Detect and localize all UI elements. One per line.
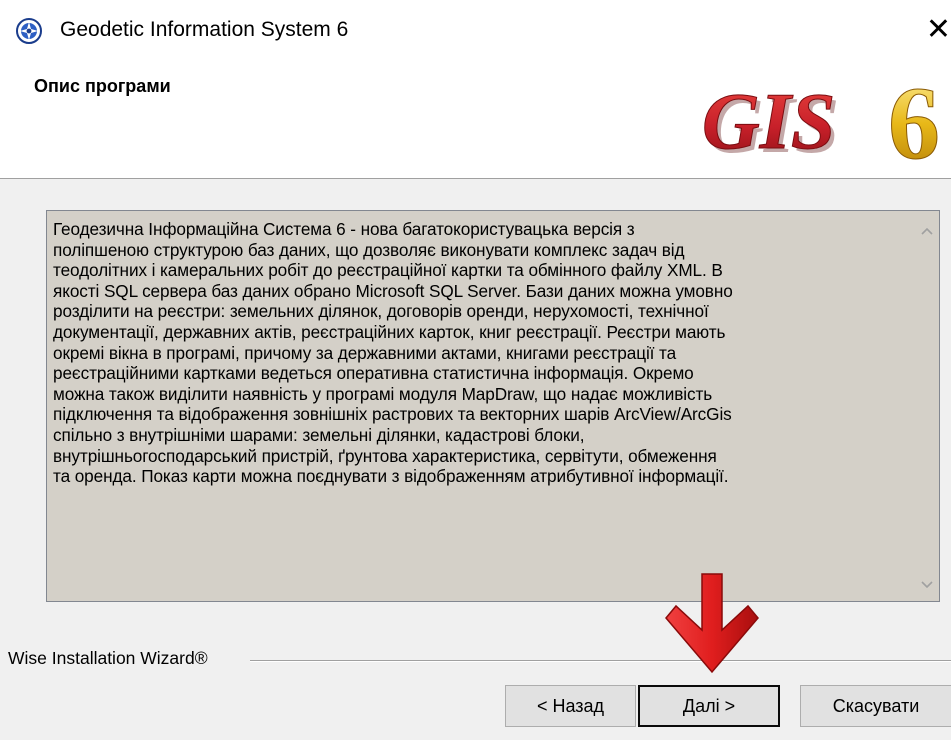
close-icon[interactable]: ✕ — [911, 8, 951, 52]
vertical-scrollbar[interactable] — [915, 211, 939, 601]
gis-app-icon — [16, 18, 42, 44]
chevron-down-icon[interactable] — [915, 573, 939, 597]
red-down-arrow-icon — [665, 573, 759, 674]
logo-text: GIS — [702, 78, 835, 166]
back-button[interactable]: < Назад — [505, 685, 636, 727]
next-button[interactable]: Далі > — [638, 685, 780, 727]
installer-window: Geodetic Information System 6 ✕ Опис про… — [0, 0, 951, 740]
wizard-brand-label: Wise Installation Wizard® — [8, 648, 212, 669]
chevron-up-icon[interactable] — [915, 219, 939, 243]
title-bar: Geodetic Information System 6 ✕ — [0, 0, 951, 56]
description-box[interactable]: Геодезична Інформаційна Система 6 - нова… — [46, 210, 940, 602]
description-text: Геодезична Інформаційна Система 6 - нова… — [53, 219, 733, 487]
wizard-header: Опис програми GIS GIS 6 — [0, 56, 951, 179]
window-title: Geodetic Information System 6 — [60, 18, 349, 41]
gis-logo: GIS GIS 6 — [702, 66, 941, 173]
logo-number: 6 — [888, 66, 940, 172]
page-title: Опис програми — [34, 76, 171, 96]
footer-divider — [250, 660, 951, 662]
cancel-button[interactable]: Скасувати — [800, 685, 951, 727]
